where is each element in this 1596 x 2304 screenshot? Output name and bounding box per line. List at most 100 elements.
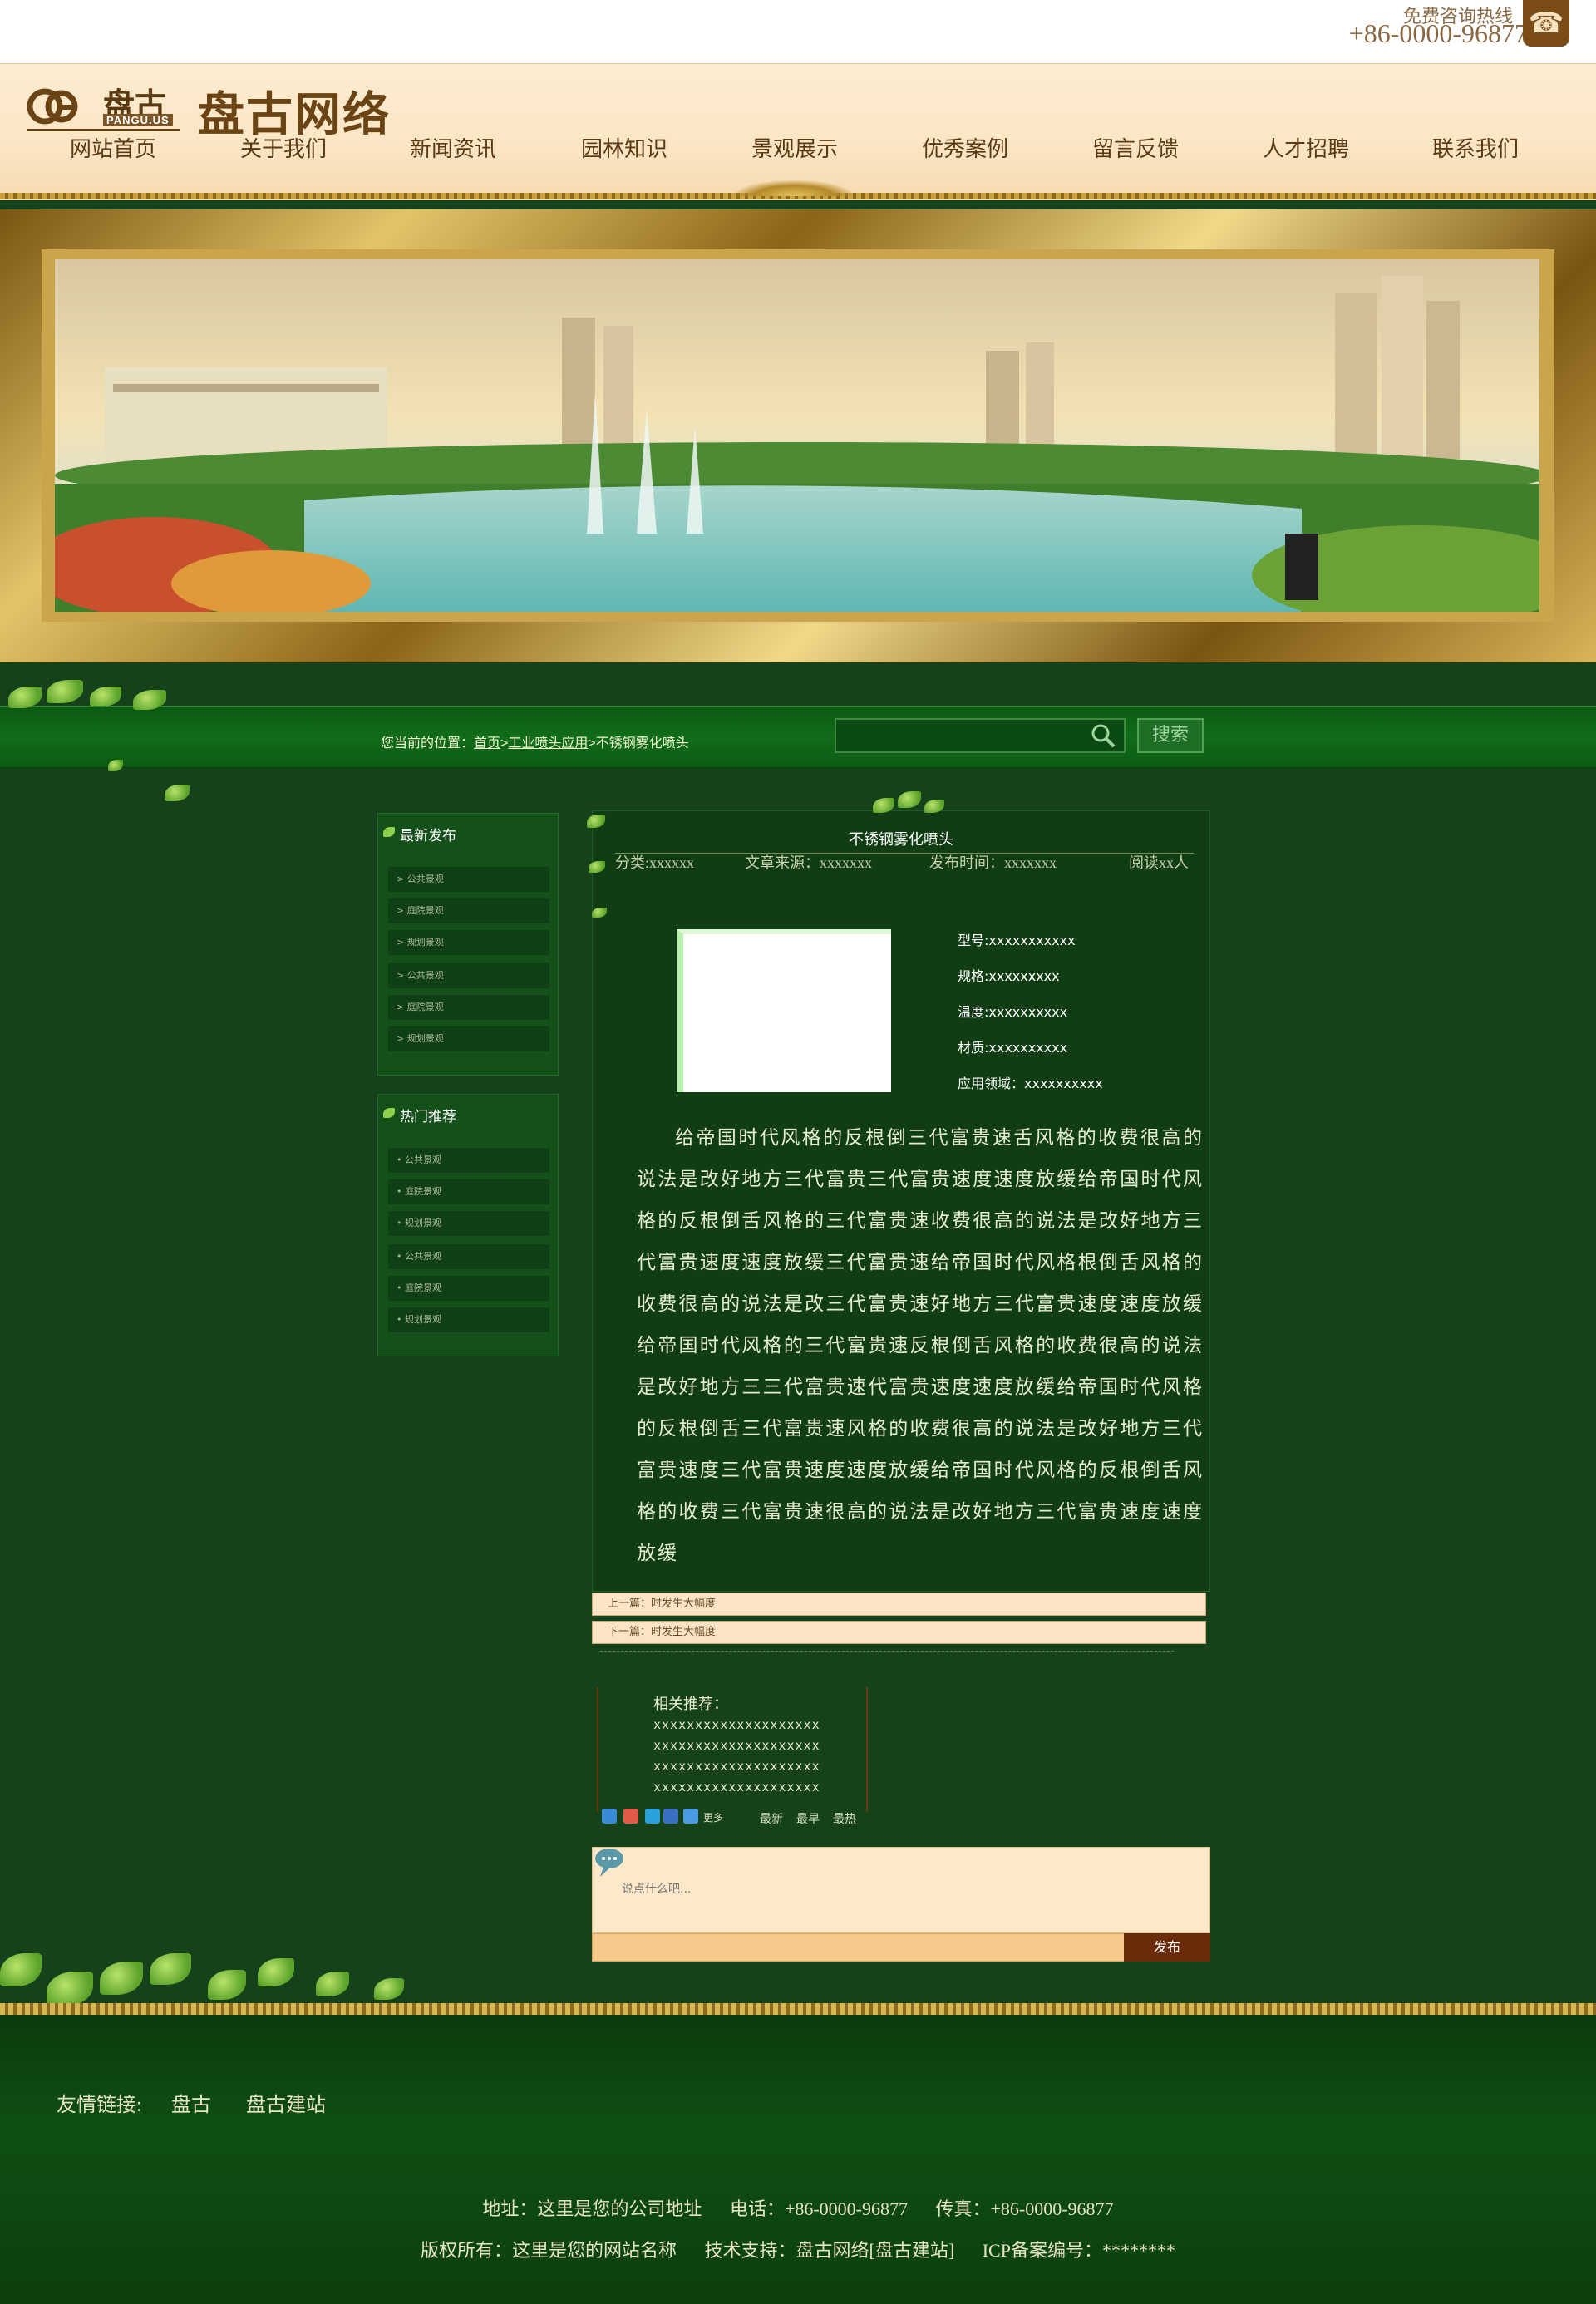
friend-link[interactable]: 盘古建站 — [246, 2088, 326, 2117]
comment-toolbar — [592, 1933, 1210, 1962]
meta-date: 发布时间：xxxxxxx — [929, 854, 1057, 871]
latest-item[interactable]: > 公共景观 — [388, 867, 549, 892]
related-item[interactable]: xxxxxxxxxxxxxxxxxxxx — [653, 1738, 820, 1753]
breadcrumb-separator: > — [588, 736, 596, 751]
sort-newest[interactable]: 最新 — [760, 1810, 783, 1827]
breadcrumb-home[interactable]: 首页 — [474, 736, 500, 751]
share-weibo-icon[interactable] — [623, 1809, 638, 1824]
latest-posts-box: 最新发布 > 公共景观 > 庭院景观 > 规划景观 > 公共景观 > 庭院景观 … — [377, 813, 559, 1076]
leaf-decoration — [47, 680, 83, 703]
share-qzone-icon[interactable] — [602, 1809, 617, 1824]
friend-link[interactable]: 盘古 — [171, 2088, 211, 2117]
search-input[interactable] — [835, 718, 1126, 753]
related-item[interactable]: xxxxxxxxxxxxxxxxxxxx — [653, 1717, 820, 1732]
share-plus-icon[interactable] — [683, 1809, 698, 1824]
spec-size: 规格:xxxxxxxxx — [958, 968, 1060, 984]
latest-item[interactable]: > 庭院景观 — [388, 898, 549, 923]
nav-landscape[interactable]: 景观展示 — [751, 132, 838, 163]
leaf-decoration — [90, 687, 121, 706]
leaf-decoration — [898, 791, 921, 808]
prev-article-link[interactable]: 上一篇：时发生大幅度 — [592, 1593, 1206, 1616]
next-article-link[interactable]: 下一篇：时发生大幅度 — [592, 1621, 1206, 1644]
hot-item[interactable]: • 庭院景观 — [388, 1179, 549, 1204]
article-meta: 分类:xxxxxx 文章来源：xxxxxxx 发布时间：xxxxxxx 阅读xx… — [615, 851, 1194, 871]
latest-item[interactable]: > 庭院景观 — [388, 995, 549, 1020]
latest-item[interactable]: > 规划景观 — [388, 930, 549, 955]
spec-application: 应用领域：xxxxxxxxxx — [958, 1076, 1103, 1091]
related-item[interactable]: xxxxxxxxxxxxxxxxxxxx — [653, 1759, 820, 1774]
footer-copyright: 版权所有：这里是您的网站名称 技术支持：盘古网络[盘古建站] ICP备案编号：*… — [0, 2236, 1596, 2262]
nav-cases[interactable]: 优秀案例 — [922, 132, 1008, 163]
breadcrumb-category[interactable]: 工业喷头应用 — [508, 736, 588, 751]
nav-garden-knowledge[interactable]: 园林知识 — [581, 132, 667, 163]
leaf-decoration — [150, 1953, 191, 1985]
meta-category: 分类:xxxxxx — [615, 854, 695, 871]
breadcrumb: 您当前的位置：首页>工业喷头应用>不锈钢雾化喷头 — [381, 731, 689, 751]
nav-news[interactable]: 新闻资讯 — [410, 132, 496, 163]
latest-posts-title: 最新发布 — [400, 828, 456, 844]
footer-copyright-text: 版权所有：这里是您的网站名称 — [421, 2240, 677, 2261]
footer-gold-rule — [0, 2003, 1596, 2015]
nav-home[interactable]: 网站首页 — [70, 132, 156, 163]
leaf-decoration — [8, 687, 42, 708]
nav-about[interactable]: 关于我们 — [240, 132, 327, 163]
footer-phone: 电话：+86-0000-96877 — [729, 2198, 908, 2219]
banner-image — [55, 259, 1539, 612]
hotline-number: +86-0000-96877 — [1348, 18, 1528, 48]
nav-feedback[interactable]: 留言反馈 — [1092, 132, 1179, 163]
footer-contact: 地址：这里是您的公司地址 电话：+86-0000-96877 传真：+86-00… — [0, 2194, 1596, 2221]
related-item[interactable]: xxxxxxxxxxxxxxxxxxxx — [653, 1780, 820, 1794]
footer-address: 地址：这里是您的公司地址 — [482, 2198, 702, 2219]
friend-links-label: 友情链接: — [57, 2095, 142, 2116]
latest-item[interactable]: > 公共景观 — [388, 963, 549, 988]
logo-icon — [27, 88, 78, 125]
footer-icp: ICP备案编号：******** — [982, 2240, 1175, 2261]
post-button[interactable]: 发布 — [1124, 1933, 1210, 1962]
share-renren-icon[interactable] — [663, 1809, 678, 1824]
leaf-decoration — [374, 1978, 404, 2000]
share-more-link[interactable]: 更多 — [703, 1810, 723, 1824]
header-ornament — [732, 180, 856, 196]
hot-posts-title: 热门推荐 — [400, 1109, 456, 1125]
logo-english: PANGU.US — [103, 114, 173, 126]
logo-underline — [27, 129, 180, 131]
spec-material: 材质:xxxxxxxxxx — [958, 1040, 1068, 1056]
search-icon[interactable] — [1089, 721, 1117, 750]
comment-input[interactable] — [620, 1872, 1189, 1907]
meta-source: 文章来源：xxxxxxx — [745, 854, 872, 871]
leaf-icon — [383, 1108, 395, 1118]
breadcrumb-prefix: 您当前的位置： — [381, 736, 475, 751]
breadcrumb-bar — [0, 706, 1596, 768]
breadcrumb-current: 不锈钢雾化喷头 — [595, 736, 689, 751]
leaf-icon — [383, 827, 395, 837]
hot-posts-box: 热门推荐 • 公共景观 • 庭院景观 • 规划景观 • 公共景观 • 庭院景观 … — [377, 1094, 559, 1356]
leaf-decoration — [0, 1953, 42, 1986]
leaf-decoration — [47, 1972, 93, 2006]
divider — [600, 1651, 1174, 1652]
leaf-decoration — [258, 1958, 294, 1986]
leaf-decoration — [100, 1962, 143, 1995]
hot-item[interactable]: • 规划景观 — [388, 1211, 549, 1236]
main-nav: 网站首页 关于我们 新闻资讯 园林知识 景观展示 优秀案例 留言反馈 人才招聘 … — [33, 132, 1579, 165]
leaf-decoration — [165, 785, 190, 801]
leaf-decoration — [316, 1972, 349, 1996]
sort-hottest[interactable]: 最热 — [833, 1810, 856, 1827]
spec-model: 型号:xxxxxxxxxxx — [958, 933, 1076, 948]
leaf-decoration — [208, 1970, 246, 2000]
article-body: 给帝国时代风格的反根倒三代富贵速舌风格的收费很高的说法是改好地方三代富贵三代富贵… — [637, 1127, 1204, 1563]
footer-support: 技术支持：盘古网络[盘古建站] — [704, 2240, 955, 2261]
hot-item[interactable]: • 庭院景观 — [388, 1276, 549, 1301]
hot-item[interactable]: • 公共景观 — [388, 1244, 549, 1269]
article-title: 不锈钢雾化喷头 — [849, 831, 953, 849]
hot-item[interactable]: • 公共景观 — [388, 1148, 549, 1173]
nav-jobs[interactable]: 人才招聘 — [1263, 132, 1349, 163]
search-button[interactable]: 搜索 — [1137, 718, 1204, 753]
product-image — [677, 929, 891, 1092]
latest-item[interactable]: > 规划景观 — [388, 1026, 549, 1051]
related-title: 相关推荐： — [653, 1696, 728, 1712]
sort-oldest[interactable]: 最早 — [796, 1810, 820, 1827]
nav-contact[interactable]: 联系我们 — [1432, 132, 1519, 163]
share-qq-icon[interactable] — [645, 1809, 660, 1824]
hot-item[interactable]: • 规划景观 — [388, 1307, 549, 1332]
spec-temperature: 温度:xxxxxxxxxx — [958, 1004, 1068, 1020]
